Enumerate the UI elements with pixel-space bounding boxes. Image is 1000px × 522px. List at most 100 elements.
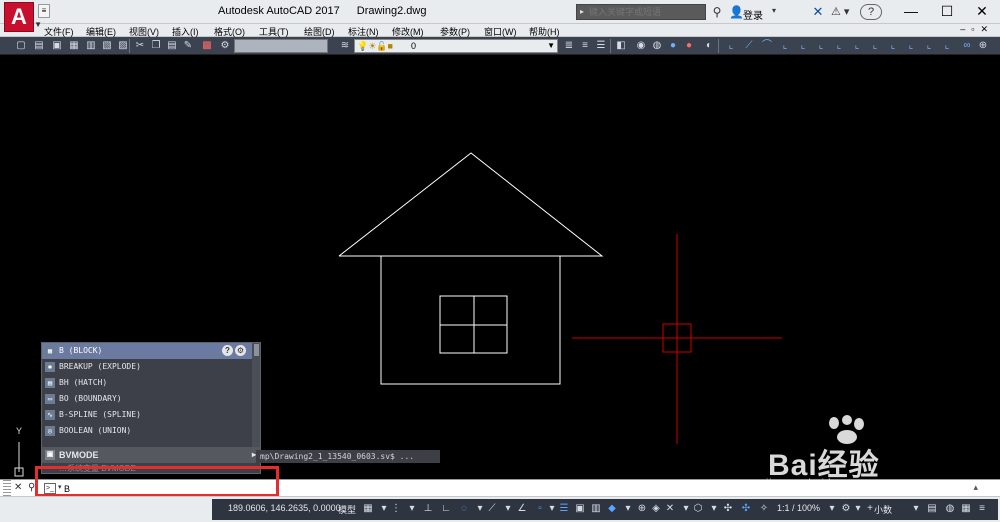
linetype-icon[interactable]: ◉: [634, 39, 648, 52]
chevron-down-icon[interactable]: ▾: [826, 502, 838, 516]
annotation-visibility-icon[interactable]: ✣: [722, 502, 734, 516]
search-input[interactable]: [589, 7, 699, 17]
autocomplete-item[interactable]: ◎ BOOLEAN (UNION): [42, 423, 252, 439]
dim-linear-icon[interactable]: ⌞: [724, 39, 738, 52]
layer-properties-icon[interactable]: ≋: [338, 39, 352, 52]
layer-previous-icon[interactable]: ≡: [578, 39, 592, 52]
hardware-acceleration-icon[interactable]: ▦: [960, 502, 972, 516]
copy-icon[interactable]: ❐: [149, 39, 163, 52]
login-link[interactable]: 登录: [743, 7, 763, 22]
block-editor-icon[interactable]: ▩: [200, 39, 214, 52]
dim-ordinate-icon[interactable]: ⌞: [778, 39, 792, 52]
autocomplete-item[interactable]: ▭ BO (BOUNDARY): [42, 391, 252, 407]
object-snap-tracking-icon[interactable]: ∠: [516, 502, 528, 516]
save-icon[interactable]: ▣: [50, 39, 64, 52]
dim-space-icon[interactable]: ⌞: [922, 39, 936, 52]
paste-icon[interactable]: ▤: [165, 39, 179, 52]
print-icon[interactable]: ▥: [84, 39, 98, 52]
visual-style-icon[interactable]: ◐: [702, 39, 716, 52]
chevron-down-icon[interactable]: ▾: [910, 502, 922, 516]
customization-icon[interactable]: ≡: [976, 502, 988, 516]
dim-jogged-icon[interactable]: ⌞: [814, 39, 828, 52]
chevron-down-icon[interactable]: ▾: [474, 502, 486, 516]
grid-icon[interactable]: ▦: [362, 502, 374, 516]
annotation-scale-dropdown[interactable]: 1:1 / 100%: [777, 503, 820, 513]
autocomplete-item[interactable]: ✱ BREAKUP (EXPLODE): [42, 359, 252, 375]
chevron-down-icon[interactable]: ▾: [502, 502, 514, 516]
lineweight-icon[interactable]: ◍: [650, 39, 664, 52]
chevron-up-icon[interactable]: ▴: [973, 482, 978, 493]
make-current-icon[interactable]: ≣: [562, 39, 576, 52]
match-properties-icon[interactable]: ✎: [181, 39, 195, 52]
annotation-scale-icon[interactable]: ✧: [758, 502, 770, 516]
gizmo-icon[interactable]: ✕: [664, 502, 676, 516]
user-icon[interactable]: 👤: [729, 4, 744, 20]
maximize-button[interactable]: ☐: [929, 0, 965, 24]
open-icon[interactable]: ▤: [32, 39, 46, 52]
units-dropdown[interactable]: 小数: [874, 503, 892, 516]
selection-filter-icon[interactable]: ◈: [650, 502, 662, 516]
coordinate-readout[interactable]: 189.0606, 146.2635, 0.0000: [228, 503, 341, 513]
color-control-icon[interactable]: ◧: [614, 39, 628, 52]
workspace-switching-icon[interactable]: ⚙: [840, 502, 852, 516]
plotstyle-icon[interactable]: ●: [666, 39, 680, 52]
dim-baseline-icon[interactable]: ⌞: [886, 39, 900, 52]
chevron-down-icon[interactable]: ▾: [680, 502, 692, 516]
grip-handle[interactable]: [3, 480, 11, 497]
autocomplete-item[interactable]: ▤ BH (HATCH): [42, 375, 252, 391]
transparency-icon[interactable]: ▣: [574, 502, 586, 516]
selection-cycling-icon[interactable]: ▥: [590, 502, 602, 516]
workspace-icon[interactable]: ⚙: [218, 39, 232, 52]
layer-dropdown[interactable]: 💡☀🔓■ 0 ▼: [354, 39, 558, 53]
chevron-down-icon[interactable]: ▾: [622, 502, 634, 516]
minimize-button[interactable]: —: [893, 0, 929, 24]
exchange-apps-icon[interactable]: ✕: [810, 4, 826, 20]
saveas-icon[interactable]: ▦: [67, 39, 81, 52]
scrollbar-thumb[interactable]: [254, 344, 259, 356]
render-icon[interactable]: ●: [682, 39, 696, 52]
plot-icon[interactable]: ▧: [100, 39, 114, 52]
document-window-controls[interactable]: –▫✕: [960, 24, 994, 35]
layer-state-icon[interactable]: ☰: [594, 39, 608, 52]
search-box[interactable]: [576, 4, 706, 20]
close-button[interactable]: ✕: [964, 0, 1000, 24]
dim-radius-icon[interactable]: ⌞: [796, 39, 810, 52]
snap-icon[interactable]: ⋮: [390, 502, 402, 516]
binoculars-icon[interactable]: ⚲: [709, 4, 725, 20]
gizmo-icon[interactable]: ⬡: [692, 502, 704, 516]
dim-diameter-icon[interactable]: ⌞: [832, 39, 846, 52]
system-variable-item[interactable]: ▣ BVMODE ▸: [42, 447, 260, 463]
cut-icon[interactable]: ✂: [133, 39, 147, 52]
help-icon[interactable]: ?: [222, 345, 233, 356]
dim-continue-icon[interactable]: ⌞: [904, 39, 918, 52]
autocad-logo-button[interactable]: A ▼: [4, 2, 42, 32]
dim-aligned-icon[interactable]: ⟋: [742, 39, 756, 52]
dim-arc-icon[interactable]: ⌒: [760, 39, 774, 52]
isodraft-icon[interactable]: ⟋: [486, 502, 498, 516]
auto-scale-icon[interactable]: ✣: [740, 502, 752, 516]
lineweight-icon[interactable]: ☰: [558, 502, 570, 516]
autocomplete-item[interactable]: ∿ B-SPLINE (SPLINE): [42, 407, 252, 423]
autocomplete-item[interactable]: ▦ B (BLOCK): [42, 343, 252, 359]
chevron-down-icon[interactable]: ▾: [378, 502, 390, 516]
autocomplete-scrollbar[interactable]: [252, 343, 260, 449]
publish-icon[interactable]: ▨: [116, 39, 130, 52]
infer-constraints-icon[interactable]: ⊥: [422, 502, 434, 516]
model-space-button[interactable]: 模型: [338, 503, 356, 516]
dynamic-ucs-icon[interactable]: ⊕: [636, 502, 648, 516]
chevron-down-icon[interactable]: ▾: [546, 502, 558, 516]
object-snap-icon[interactable]: ▫: [534, 502, 546, 516]
quick-properties-icon[interactable]: ▤: [926, 502, 938, 516]
polar-tracking-icon[interactable]: ◌: [458, 502, 470, 516]
close-icon[interactable]: ✕: [14, 482, 22, 493]
3d-osnap-icon[interactable]: ◆: [606, 502, 618, 516]
dim-break-icon[interactable]: ⌞: [940, 39, 954, 52]
chevron-down-icon[interactable]: ▾: [406, 502, 418, 516]
quick-dim-icon[interactable]: ⌞: [868, 39, 882, 52]
new-icon[interactable]: ▢: [14, 39, 28, 52]
isolate-objects-icon[interactable]: ◍: [944, 502, 956, 516]
dim-angular-icon[interactable]: ⌞: [850, 39, 864, 52]
a360-icon[interactable]: ⚠ ▾: [831, 4, 853, 20]
workspace-dropdown[interactable]: [234, 39, 328, 53]
chevron-down-icon[interactable]: ▾: [852, 502, 864, 516]
